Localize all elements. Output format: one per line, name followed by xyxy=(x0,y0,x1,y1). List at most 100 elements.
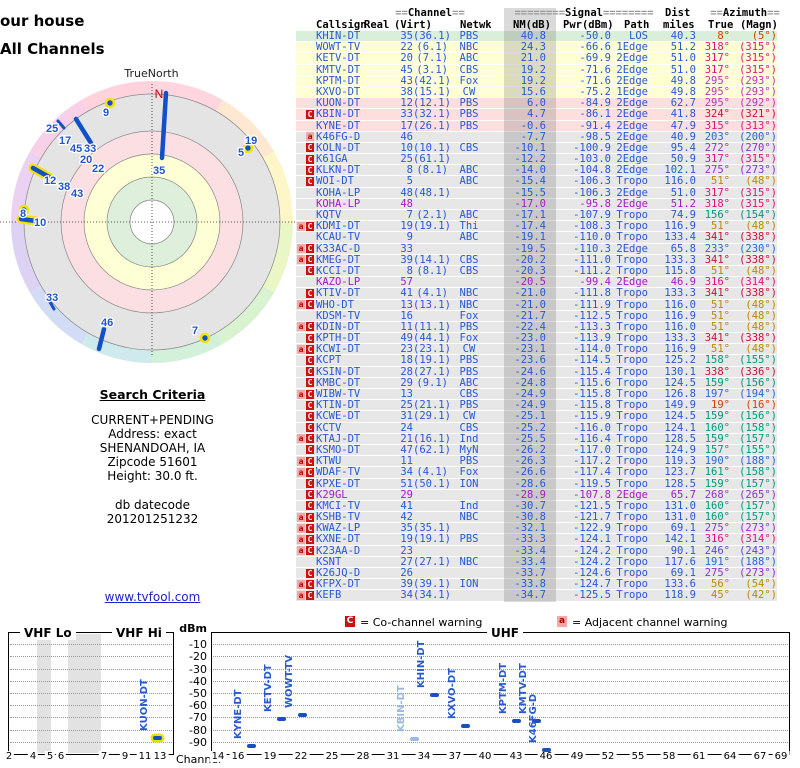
cell-re: 41 xyxy=(400,287,413,300)
channel-tick-label: 6 xyxy=(55,751,67,762)
cell-azimuth-true: 51° xyxy=(711,175,730,188)
polar-radar-chart: N935251745 33202212 384381051933467 xyxy=(0,81,303,363)
cell-azimuth-true: 161° xyxy=(704,466,730,479)
cell-azimuth-true: 318° xyxy=(704,197,730,210)
table-row[interactable]: C KCPT 18 (19.1) PBS -23.6 -114.5 Tropo 125.2 158… xyxy=(296,354,777,367)
co-channel-warning-icon: C xyxy=(306,143,314,153)
cell-azimuth-magn: (157°) xyxy=(739,432,777,445)
channel-tick-label: 69 xyxy=(772,751,790,762)
warning-flags: aC xyxy=(296,467,316,477)
cell-nw: PBS xyxy=(459,97,479,110)
cell-mi: 124.5 xyxy=(664,376,696,389)
station-signal-marker[interactable] xyxy=(297,713,307,718)
station-signal-marker[interactable] xyxy=(511,719,521,724)
cell-nw: MyN xyxy=(459,443,479,456)
cell-nm: -24.8 xyxy=(514,376,546,389)
cell-cs: KBIN-DT xyxy=(316,108,361,121)
station-signal-marker[interactable] xyxy=(276,717,286,722)
dbm-tick-label: -40 xyxy=(189,674,207,688)
cell-vi xyxy=(413,132,448,142)
station-signal-label: KBIN-DT xyxy=(396,685,407,733)
cell-cs: K33AC-D xyxy=(316,242,361,255)
co-channel-warning-icon: C xyxy=(306,590,314,600)
table-row[interactable]: KETV-DT 20 (7.1) ABC 21.0 -69.9 2Edge 51.0 317° (… xyxy=(296,52,777,65)
cell-pw: -100.9 xyxy=(573,141,611,154)
cell-pw: -103.0 xyxy=(573,153,611,166)
cell-mi: 40.9 xyxy=(670,130,696,143)
station-signal-marker[interactable] xyxy=(152,735,162,740)
cell-pa: Tropo xyxy=(616,455,648,468)
cell-pa: 2Edge xyxy=(616,153,648,166)
cell-re: 51 xyxy=(400,477,413,490)
cell-azimuth-true: 316° xyxy=(704,533,730,546)
cell-re: 7 xyxy=(406,209,413,221)
cell-re: 13 xyxy=(400,388,413,400)
cell-azimuth-magn: (273°) xyxy=(739,522,777,535)
cell-re: 49 xyxy=(400,332,413,345)
cell-cs: KCTV xyxy=(316,421,342,434)
table-row[interactable]: a C KEFB 34 (34.1) -34.7 -125.5 Tropo 118.9 45° (4… xyxy=(296,590,777,602)
cell-nm: -33.4 xyxy=(514,544,546,557)
cell-nm: -25.2 xyxy=(514,421,546,434)
table-row[interactable]: C WOI-DT 5 ABC -15.4 -106.3 Tropo 116.0 51° (48°) xyxy=(296,175,777,188)
cell-azimuth-true: 158° xyxy=(704,354,730,367)
cell-azimuth-true: 51° xyxy=(711,264,730,277)
cell-re: 21 xyxy=(400,432,413,445)
cell-azimuth-magn: (321°) xyxy=(739,108,777,121)
co-channel-warning-icon: C xyxy=(306,411,314,421)
cell-mi: 51.0 xyxy=(670,63,696,76)
channel-label: 9 xyxy=(103,107,109,119)
adjacent-channel-warning-icon: a xyxy=(297,434,305,444)
cell-azimuth-true: 159° xyxy=(704,376,730,389)
site-link-wrap: www.tvfool.com xyxy=(5,590,300,604)
table-row[interactable]: a C KXNE-DT 19 (19.1) PBS -33.3 -124.1 Tropo 142.… xyxy=(296,533,777,546)
cell-pa: 2Edge xyxy=(616,52,648,65)
cell-pa: Tropo xyxy=(616,209,648,221)
cell-azimuth-magn: (273°) xyxy=(739,164,777,177)
cell-cs: KOLN-DT xyxy=(316,141,361,154)
table-row[interactable]: KYNE-DT 17 (26.1) PBS -0.6 -91.4 2Edge 47.9 315°… xyxy=(296,119,777,132)
table-row[interactable]: C KCWE-DT 31 (29.1) CW -25.1 -115.9 Tropo 124.5 1… xyxy=(296,411,777,423)
cell-mi: 119.3 xyxy=(664,455,696,468)
cell-mi: 117.6 xyxy=(664,555,696,568)
cell-nw xyxy=(448,199,490,209)
co-channel-warning-icon: C xyxy=(306,501,314,511)
warning-flags: a xyxy=(296,132,316,142)
cell-vi: (39.1) xyxy=(413,578,451,591)
cell-vi: (14.1) xyxy=(413,253,451,266)
gridline xyxy=(10,741,172,743)
station-signal-label: KPTM-DT xyxy=(498,663,509,715)
cell-vi xyxy=(413,546,448,556)
table-row[interactable]: C KBIN-DT 33 (32.1) PBS 4.7 -86.1 2Edge 41.8 324°… xyxy=(296,108,777,121)
co-channel-warning-icon: C xyxy=(306,266,314,276)
station-signal-marker[interactable] xyxy=(460,723,470,728)
channel-tick-label: 2 xyxy=(3,751,15,762)
cell-nm: -21.0 xyxy=(514,298,546,311)
station-signal-marker[interactable] xyxy=(429,693,439,697)
station-signal-marker[interactable] xyxy=(409,737,419,742)
criteria-line: SHENANDOAH, IA xyxy=(99,441,206,455)
cell-pw: -104.8 xyxy=(573,164,611,177)
tvfool-link[interactable]: www.tvfool.com xyxy=(105,590,201,604)
cell-nw: ABC xyxy=(459,376,479,389)
table-row[interactable]: a C WDAF-TV 34 (4.1) Fox -26.6 -117.4 Tropo 123.7… xyxy=(296,466,777,479)
table-row[interactable]: KCAU-TV 9 ABC -19.1 -110.0 Tropo 133.4 341° (338… xyxy=(296,232,777,244)
table-row[interactable]: C KPXE-DT 51 (50.1) ION -28.6 -119.5 Tropo 128.5… xyxy=(296,477,777,490)
cell-vi: (27.1) xyxy=(413,365,451,378)
criteria-line: Zipcode 51601 xyxy=(107,455,198,469)
cell-pw: -111.0 xyxy=(573,253,611,266)
table-row[interactable]: C KTIV-DT 41 (4.1) NBC -21.0 -111.8 Tropo 133.3 3… xyxy=(296,287,777,300)
cell-nw: PBS xyxy=(459,455,479,468)
cell-pa: Tropo xyxy=(616,555,648,568)
table-row[interactable]: a C WHO-DT 13 (13.1) NBC -21.0 -111.9 Tropo 116.0… xyxy=(296,298,777,311)
cell-vi xyxy=(413,232,448,242)
station-marker-dot[interactable] xyxy=(104,97,116,109)
cell-azimuth-true: 246° xyxy=(704,544,730,557)
cell-vi: (26.1) xyxy=(413,119,451,132)
cell-cs: KETV-DT xyxy=(316,52,361,65)
station-signal-marker[interactable] xyxy=(541,748,551,752)
cell-pa: Tropo xyxy=(616,365,648,378)
station-marker-dot[interactable] xyxy=(199,332,211,344)
cell-re: 46 xyxy=(400,130,413,143)
station-signal-marker[interactable] xyxy=(246,743,256,748)
